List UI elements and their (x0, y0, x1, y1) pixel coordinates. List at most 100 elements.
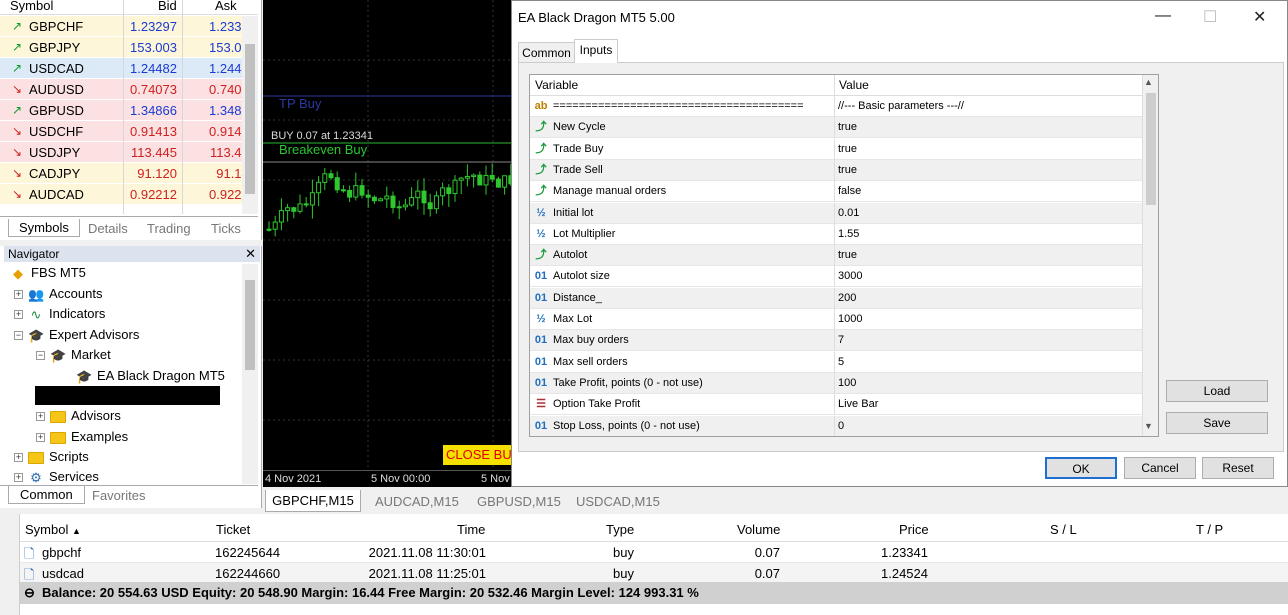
reset-button[interactable]: Reset (1202, 457, 1274, 479)
symbol-row[interactable]: ↘ AUDCAD 0.92212 0.92232 (0, 184, 258, 205)
nav-item-scripts[interactable]: + Scripts (14, 449, 89, 467)
ok-button[interactable]: OK (1045, 457, 1117, 479)
time-column-header[interactable]: Time (457, 522, 485, 537)
bid-column-header[interactable]: Bid (158, 0, 177, 13)
tab-inputs[interactable]: Inputs (574, 39, 618, 63)
tab-gbpchf[interactable]: GBPCHF,M15 (265, 490, 361, 512)
close-buy-button[interactable]: CLOSE BU (443, 445, 513, 465)
param-row[interactable]: 01 Max buy orders 7 (530, 330, 1142, 352)
nav-item-market[interactable]: − 🎓 Market (36, 347, 111, 365)
nav-item-advisors[interactable]: + Advisors (36, 408, 121, 426)
sl-column-header[interactable]: S / L (1050, 522, 1077, 537)
tp-column-header[interactable]: T / P (1196, 522, 1223, 537)
param-value[interactable]: false (838, 181, 861, 202)
position-row[interactable]: 🗋 usdcad 162244660 2021.11.08 11:25:01 b… (20, 563, 1288, 584)
param-row[interactable]: ab =====================================… (530, 96, 1142, 117)
tab-gbpusd[interactable]: GBPUSD,M15 (477, 494, 561, 509)
nav-item-ea-black-dragon[interactable]: 🎓 EA Black Dragon MT5 (76, 368, 225, 386)
candle-body (303, 203, 309, 206)
collapse-icon[interactable]: ⊖ (24, 582, 35, 604)
grid-scrollbar[interactable]: ▲ ▼ (1142, 75, 1158, 436)
variable-column-header[interactable]: Variable (535, 75, 578, 96)
param-row[interactable]: ½ Initial lot 0.01 (530, 202, 1142, 224)
navigator-panel: Navigator ✕ ◆ FBS MT5 + 👥 Accounts + ∿ Indicat… (0, 246, 262, 508)
param-row[interactable]: ⤴ Trade Sell true (530, 159, 1142, 181)
param-value[interactable]: 0.01 (838, 203, 859, 224)
symbol-column-header[interactable]: Symbol ▲ (25, 522, 81, 537)
folder-icon (28, 451, 44, 464)
param-row[interactable]: ⤴ Autolot true (530, 245, 1142, 267)
tab-audcad[interactable]: AUDCAD,M15 (375, 494, 459, 509)
param-row[interactable]: ☰ Option Take Profit Live Bar (530, 394, 1142, 416)
param-row[interactable]: ½ Max Lot 1000 (530, 309, 1142, 330)
scroll-down-icon[interactable]: ▼ (1144, 421, 1153, 431)
price-column-header[interactable]: Price (899, 522, 929, 537)
inputs-pane: Variable Value ab ======================… (518, 62, 1284, 452)
param-value[interactable]: 100 (838, 373, 856, 394)
navigator-scrollbar[interactable] (242, 264, 258, 484)
param-row[interactable]: 01 Stop Loss, points (0 - not use) 0 (530, 415, 1142, 437)
param-value[interactable]: true (838, 139, 857, 160)
param-value[interactable]: true (838, 117, 857, 138)
param-value[interactable]: 1000 (838, 309, 862, 330)
symbol-row[interactable]: ↘ USDJPY 113.445 113.458 (0, 142, 258, 163)
tab-common[interactable]: Common (8, 486, 85, 504)
nav-item-examples[interactable]: + Examples (36, 429, 128, 447)
price-chart[interactable]: TP Buy BUY 0.07 at 1.23341 Breakeven Buy… (263, 0, 513, 487)
param-value[interactable]: 3000 (838, 266, 862, 287)
symbol-row[interactable]: ↗ GBPJPY 153.003 153.037 (0, 37, 258, 58)
position-row[interactable]: 🗋 gbpchf 162245644 2021.11.08 11:30:01 b… (20, 542, 1288, 563)
tab-ticks[interactable]: Ticks (211, 221, 241, 236)
ticket-column-header[interactable]: Ticket (216, 522, 250, 537)
param-value[interactable]: 5 (838, 352, 844, 373)
param-value[interactable]: 200 (838, 288, 856, 309)
param-row[interactable]: 01 Max sell orders 5 (530, 351, 1142, 373)
param-value[interactable]: Live Bar (838, 394, 878, 415)
nav-item-indicators[interactable]: + ∿ Indicators (14, 306, 105, 324)
param-row[interactable]: 01 Autolot size 3000 (530, 266, 1142, 288)
param-row[interactable]: 01 Distance_ 200 (530, 287, 1142, 309)
symbol-row[interactable]: ↗ GBPCHF 1.23297 1.23333 (0, 16, 258, 37)
param-row[interactable]: 01 Take Profit, points (0 - not use) 100 (530, 372, 1142, 394)
param-row[interactable]: ⤴ Manage manual orders false (530, 181, 1142, 203)
tab-common[interactable]: Common (518, 42, 575, 64)
value-column-header[interactable]: Value (839, 75, 869, 96)
symbol-row[interactable]: ↗ USDCAD 1.24482 1.24496 (0, 58, 258, 79)
param-row[interactable]: ⤴ New Cycle true (530, 117, 1142, 139)
cancel-button[interactable]: Cancel (1124, 457, 1196, 479)
param-row[interactable]: ½ Lot Multiplier 1.55 (530, 223, 1142, 245)
candle-body (477, 174, 483, 186)
symbol-row[interactable]: ↘ AUDUSD 0.74073 0.74094 (0, 79, 258, 100)
param-value[interactable]: //--- Basic parameters ---// (838, 96, 964, 117)
nav-item-expert-advisors[interactable]: − 🎓 Expert Advisors (14, 327, 139, 345)
symbol-row[interactable]: ↘ CADJPY 91.120 91.147 (0, 163, 258, 184)
ask-column-header[interactable]: Ask (215, 0, 237, 13)
param-value[interactable]: true (838, 245, 857, 266)
tab-details[interactable]: Details (88, 221, 128, 236)
close-icon[interactable]: ✕ (1253, 7, 1266, 27)
close-icon[interactable]: ✕ (245, 246, 256, 262)
tab-trading[interactable]: Trading (147, 221, 191, 236)
nav-root[interactable]: ◆ FBS MT5 (10, 265, 86, 283)
candle-body (452, 179, 458, 195)
save-button[interactable]: Save (1166, 412, 1268, 434)
tab-symbols[interactable]: Symbols (8, 219, 80, 237)
tab-favorites[interactable]: Favorites (92, 488, 145, 503)
symbol-row[interactable]: ↗ GBPUSD 1.34866 1.34883 (0, 100, 258, 121)
param-row[interactable]: ⤴ Trade Buy true (530, 138, 1142, 160)
tab-usdcad[interactable]: USDCAD,M15 (576, 494, 660, 509)
dialog-title: EA Black Dragon MT5 5.00 (518, 10, 675, 25)
symbol-column-header[interactable]: Symbol (10, 0, 53, 13)
market-watch-scrollbar[interactable] (242, 16, 258, 214)
minimize-icon[interactable]: — (1155, 7, 1171, 25)
symbol-row[interactable]: ↘ USDCHF 0.91413 0.91432 (0, 121, 258, 142)
type-column-header[interactable]: Type (606, 522, 634, 537)
nav-item-accounts[interactable]: + 👥 Accounts (14, 286, 102, 304)
param-value[interactable]: 7 (838, 330, 844, 351)
load-button[interactable]: Load (1166, 380, 1268, 402)
param-value[interactable]: 0 (838, 416, 844, 437)
param-value[interactable]: true (838, 160, 857, 181)
volume-column-header[interactable]: Volume (737, 522, 780, 537)
scroll-up-icon[interactable]: ▲ (1144, 77, 1153, 87)
param-value[interactable]: 1.55 (838, 224, 859, 245)
